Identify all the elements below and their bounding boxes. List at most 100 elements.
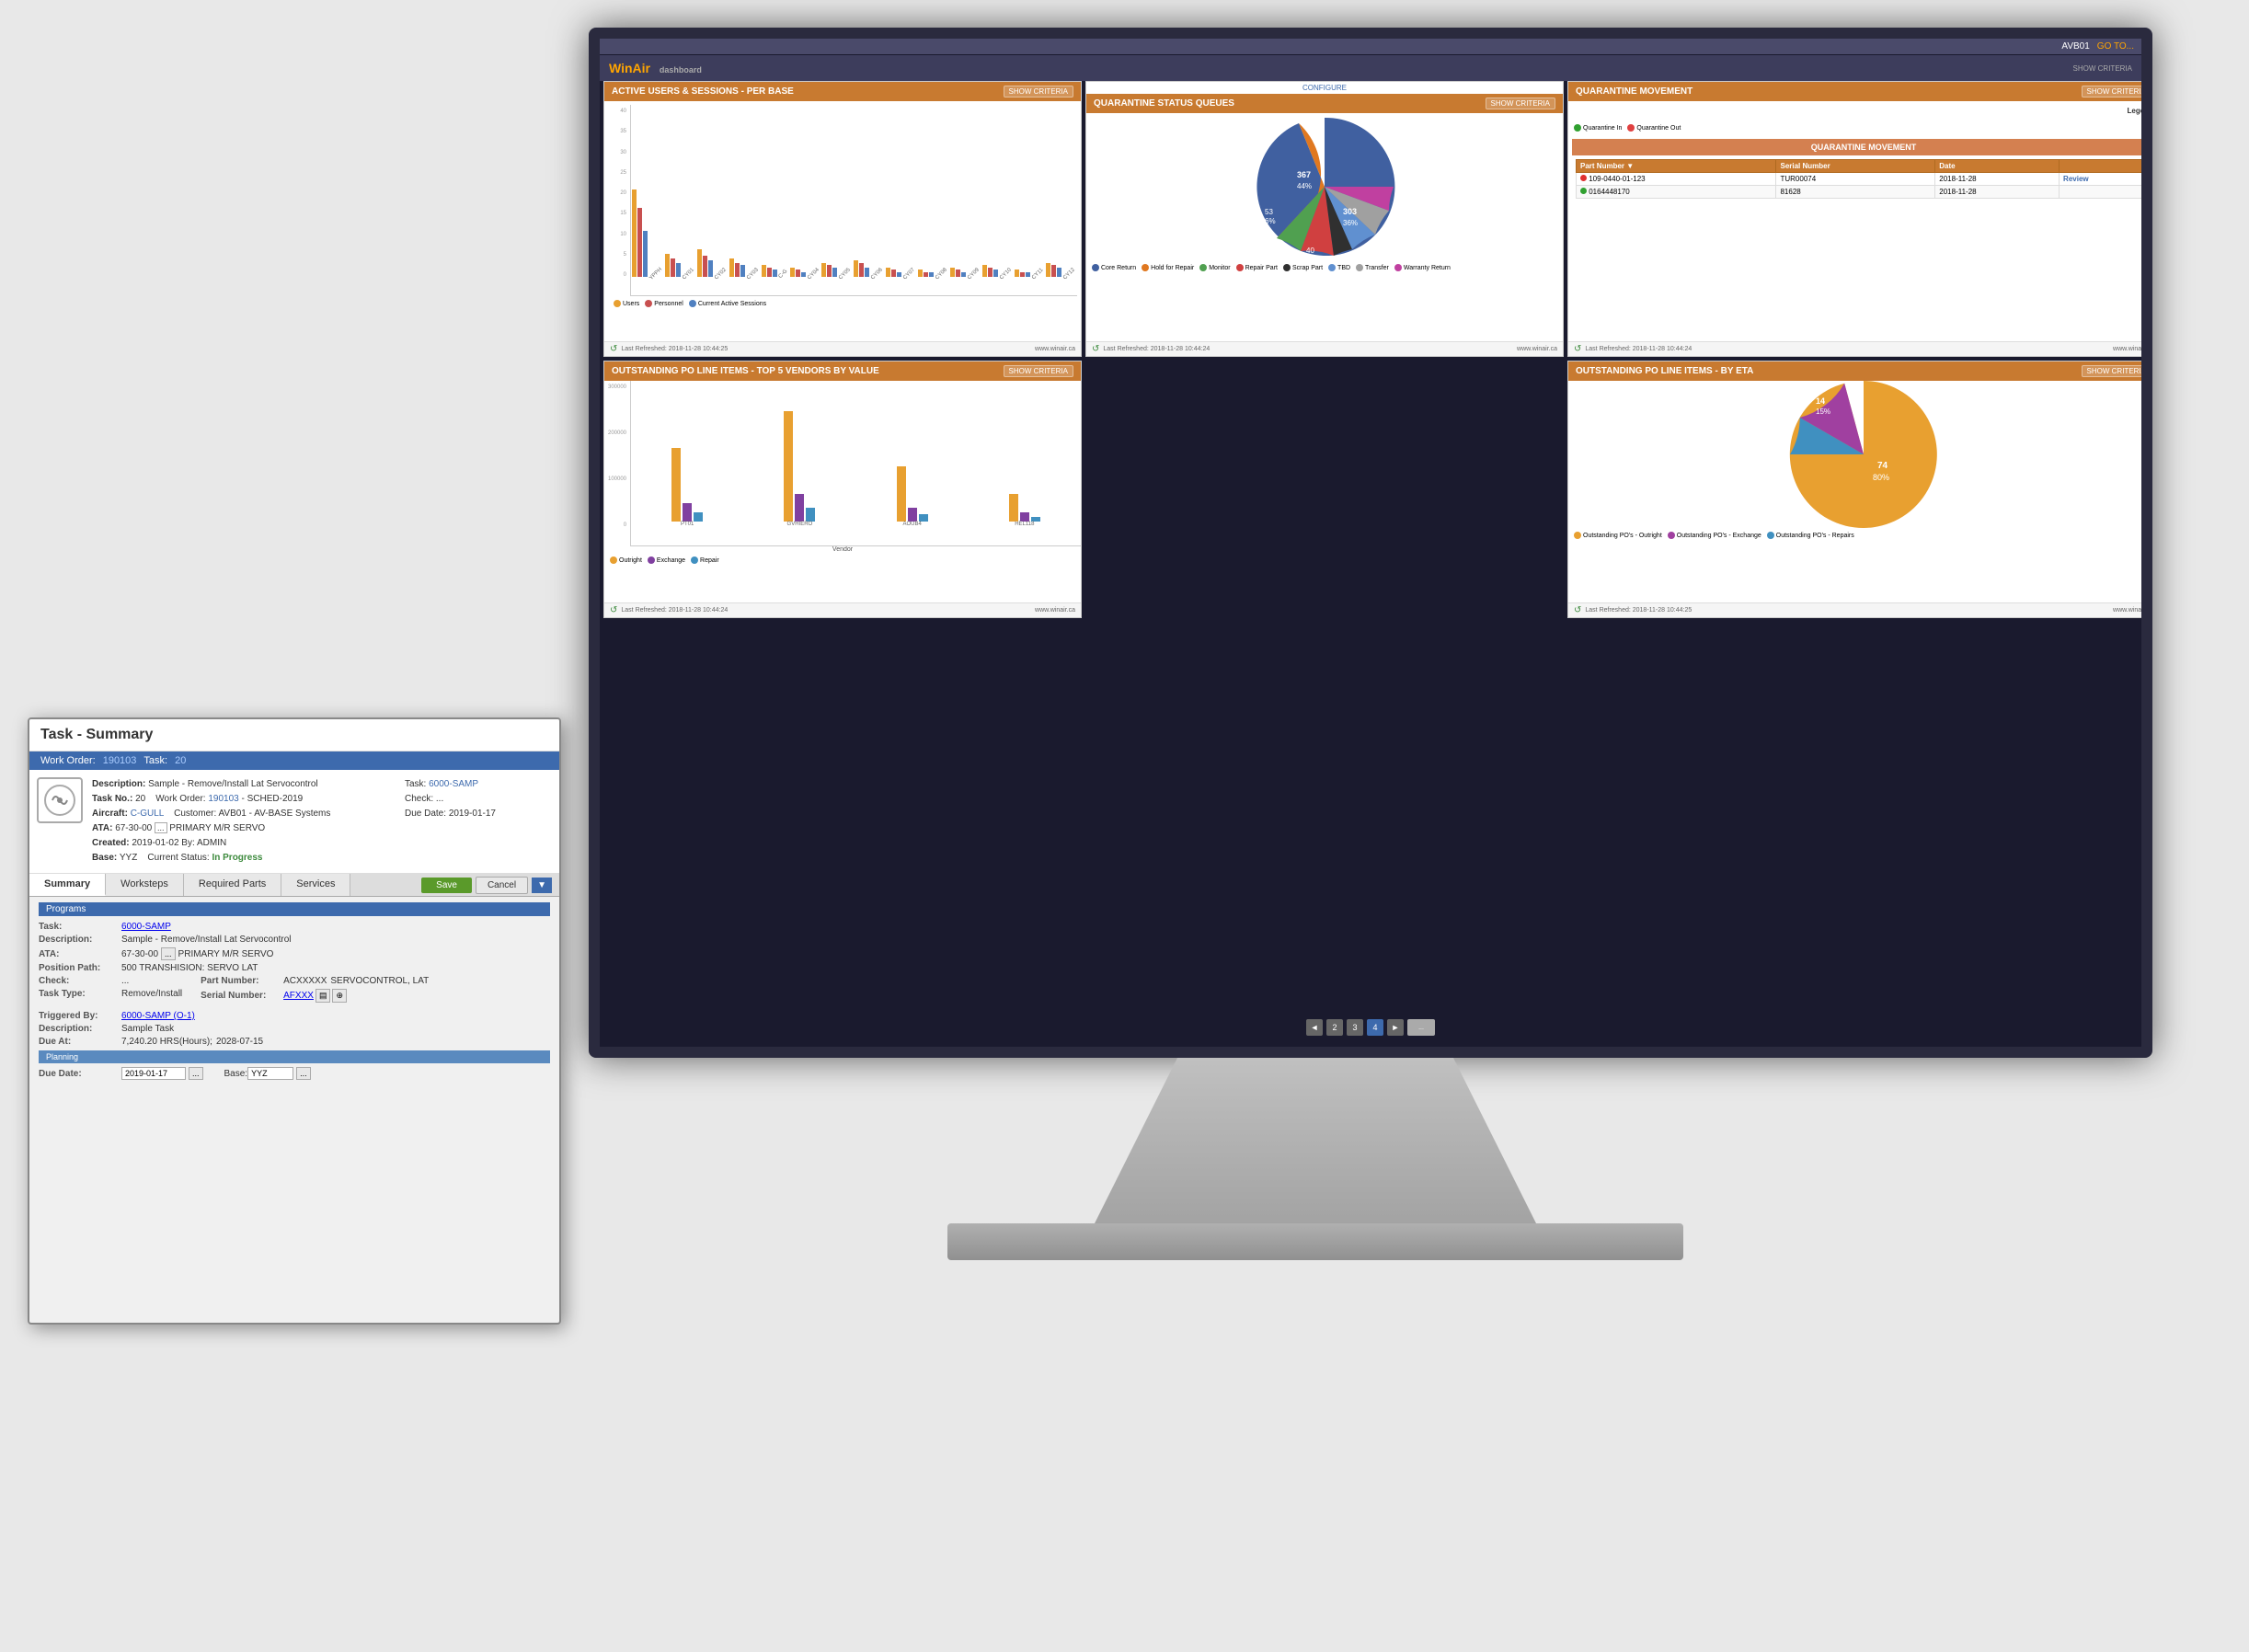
col-part: Part Number ▼ bbox=[1577, 160, 1776, 173]
field-row-planning-due: Due Date: ... Base: ... bbox=[39, 1067, 550, 1080]
pagination: ◄ 2 3 4 ► ... bbox=[1306, 1019, 1435, 1036]
top-bar: AVB01 GO TO... bbox=[600, 39, 2141, 54]
page-prev[interactable]: ◄ bbox=[1306, 1019, 1323, 1036]
task-value-link[interactable]: 20 bbox=[175, 755, 186, 766]
ata-primary: PRIMARY M/R SERVO bbox=[169, 823, 265, 833]
quarantine-movement-table-area: Part Number ▼ Serial Number Date 109-044… bbox=[1568, 159, 2152, 199]
cancel-button[interactable]: Cancel bbox=[476, 877, 528, 894]
serial-btn-1[interactable]: ▤ bbox=[316, 989, 331, 1003]
ata-btn-2[interactable]: ... bbox=[161, 947, 176, 960]
vendor-label-gvhiero: GVHIERO bbox=[787, 522, 813, 527]
po-exchange-dot bbox=[648, 556, 655, 564]
legend-monitor-dot bbox=[1199, 264, 1207, 271]
col-serial: Serial Number bbox=[1776, 160, 1935, 173]
page-2[interactable]: 2 bbox=[1326, 1019, 1343, 1036]
quarantine-movement-refresh: ↺ Last Refreshed: 2018-11-28 10:44:24 ww… bbox=[1568, 341, 2152, 356]
quarantine-status-legend: Core Return Hold for Repair Monitor Repa… bbox=[1086, 260, 1563, 275]
task-icon-svg bbox=[43, 784, 76, 817]
quarantine-status-www: www.winair.ca bbox=[1517, 346, 1557, 352]
task-window-title: Task - Summary bbox=[29, 719, 559, 751]
quarantine-status-criteria-btn[interactable]: SHOW CRITERIA bbox=[1486, 98, 1555, 109]
review-link-1[interactable]: Review bbox=[2063, 175, 2089, 183]
legend-core-dot bbox=[1092, 264, 1099, 271]
triggered-by-link[interactable]: 6000-SAMP (O-1) bbox=[121, 1011, 195, 1021]
planning-due-date-input[interactable] bbox=[121, 1067, 186, 1080]
tab-summary[interactable]: Summary bbox=[29, 874, 106, 896]
task-wo-link[interactable]: 190103 bbox=[208, 794, 238, 804]
page-3[interactable]: 3 bbox=[1347, 1019, 1363, 1036]
movement-sub-header: QUARANTINE MOVEMENT bbox=[1572, 139, 2152, 155]
programs-task-link[interactable]: 6000-SAMP bbox=[121, 922, 171, 932]
winair-logo-text: WinAir bbox=[609, 61, 650, 75]
quarantine-movement-table: Part Number ▼ Serial Number Date 109-044… bbox=[1576, 159, 2151, 199]
show-criteria-top[interactable]: SHOW CRITERIA bbox=[2073, 64, 2132, 73]
pie-pct-hold: 36% bbox=[1343, 219, 1358, 227]
configure-link[interactable]: CONFIGURE bbox=[1086, 82, 1563, 94]
po-y-axis: 300000 200000 100000 0 bbox=[604, 381, 630, 546]
task-window: Task - Summary Work Order: 190103 Task: … bbox=[28, 717, 561, 1325]
quarantine-status-refresh: ↺ Last Refreshed: 2018-11-28 10:44:24 ww… bbox=[1086, 341, 1563, 356]
planning-base-input[interactable] bbox=[247, 1067, 293, 1080]
po-eta-outright-label: Outstanding PO's - Outright bbox=[1583, 533, 1662, 539]
active-users-show-criteria[interactable]: SHOW CRITERIA bbox=[1004, 86, 1073, 98]
task-link-right[interactable]: 6000-SAMP bbox=[429, 779, 478, 789]
po-eta-criteria-btn[interactable]: SHOW CRITERIA bbox=[2082, 365, 2151, 377]
aircraft-link[interactable]: C-GULL bbox=[131, 809, 164, 819]
po-vendors-www: www.winair.ca bbox=[1035, 607, 1075, 614]
programs-position: 500 TRANSHISION: SERVO LAT bbox=[121, 963, 258, 973]
panel-quarantine-movement: QUARANTINE MOVEMENT SHOW CRITERIA Legend… bbox=[1567, 81, 2152, 357]
work-order-link[interactable]: 190103 bbox=[103, 755, 137, 766]
po-vendors-criteria-btn[interactable]: SHOW CRITERIA bbox=[1004, 365, 1073, 377]
created-value: 2019-01-02 bbox=[132, 838, 178, 848]
go-to-link[interactable]: GO TO... bbox=[2097, 41, 2134, 52]
vendor-gvhiero bbox=[784, 393, 815, 522]
planning-base-btn[interactable]: ... bbox=[296, 1067, 311, 1080]
field-row-position: Position Path: 500 TRANSHISION: SERVO LA… bbox=[39, 963, 550, 973]
pie-label-outright-val: 74 bbox=[1877, 461, 1888, 471]
pie-label-exchange-val: 14 bbox=[1816, 396, 1825, 406]
status-value: In Progress bbox=[212, 853, 262, 863]
legend-hold-dot bbox=[1142, 264, 1149, 271]
legend-users-label: Users bbox=[623, 301, 639, 307]
page-more[interactable]: ... bbox=[1407, 1019, 1435, 1036]
user-label: AVB01 bbox=[2061, 41, 2089, 52]
save-button[interactable]: Save bbox=[421, 878, 472, 893]
tab-bar: Summary Worksteps Required Parts Service… bbox=[29, 874, 559, 897]
po-eta-pie-svg: 74 80% 14 15% bbox=[1781, 372, 1946, 537]
planning-due-date-btn[interactable]: ... bbox=[189, 1067, 203, 1080]
programs-task-type: Remove/Install bbox=[121, 989, 182, 999]
tab-services[interactable]: Services bbox=[281, 874, 350, 896]
programs-section: Programs Task: 6000-SAMP Description: Sa… bbox=[29, 897, 559, 1088]
pie-pct-monitor: 6% bbox=[1265, 217, 1276, 225]
more-options-btn[interactable]: ▼ bbox=[532, 878, 552, 893]
panel-po-vendors: OUTSTANDING PO LINE ITEMS - TOP 5 VENDOR… bbox=[603, 361, 1082, 618]
task-details-right: Task: 6000-SAMP Check: ... Due Date: 201… bbox=[405, 777, 552, 866]
page-next[interactable]: ► bbox=[1387, 1019, 1404, 1036]
legend-warranty-dot bbox=[1394, 264, 1402, 271]
monitor-container: AVB01 GO TO... WinAir dashboard SHOW CRI… bbox=[534, 28, 2208, 1315]
quarantine-movement-criteria-btn[interactable]: SHOW CRITERIA bbox=[2082, 86, 2151, 98]
page-4[interactable]: 4 bbox=[1367, 1019, 1383, 1036]
col-action bbox=[2060, 160, 2151, 173]
pie-pct-repair: 6% bbox=[1311, 256, 1322, 264]
po-eta-outright-dot bbox=[1574, 532, 1581, 539]
ata-btn[interactable]: ... bbox=[155, 822, 167, 833]
vendor-axis-label: Vendor bbox=[604, 546, 1081, 553]
tab-required-parts[interactable]: Required Parts bbox=[184, 874, 281, 896]
active-users-refresh: ↺ Last Refreshed: 2018-11-28 10:44:25 ww… bbox=[604, 341, 1081, 356]
vendor-label-pt01: PT01 bbox=[681, 522, 694, 527]
programs-serial-link[interactable]: AFXXX bbox=[283, 991, 314, 1001]
po-vendors-refresh-time: Last Refreshed: 2018-11-28 10:44:24 bbox=[621, 607, 728, 614]
legend-tbd-dot bbox=[1328, 264, 1336, 271]
pie-label-hold: 303 bbox=[1343, 207, 1357, 216]
po-eta-title: OUTSTANDING PO LINE ITEMS - BY ETA bbox=[1576, 366, 1753, 376]
po-eta-refresh-time: Last Refreshed: 2018-11-28 10:44:25 bbox=[1585, 607, 1692, 614]
legend-sessions-dot bbox=[689, 300, 696, 307]
ata-value: 67-30-00 bbox=[115, 823, 152, 833]
tab-worksteps[interactable]: Worksteps bbox=[106, 874, 184, 896]
serial-btn-2[interactable]: ⊕ bbox=[332, 989, 347, 1003]
programs-header: Programs bbox=[39, 902, 550, 916]
due-at-date: 2028-07-15 bbox=[216, 1037, 263, 1047]
task-details: Description: Sample - Remove/Install Lat… bbox=[92, 777, 396, 866]
field-row-triggered-desc: Description: Sample Task bbox=[39, 1024, 550, 1034]
